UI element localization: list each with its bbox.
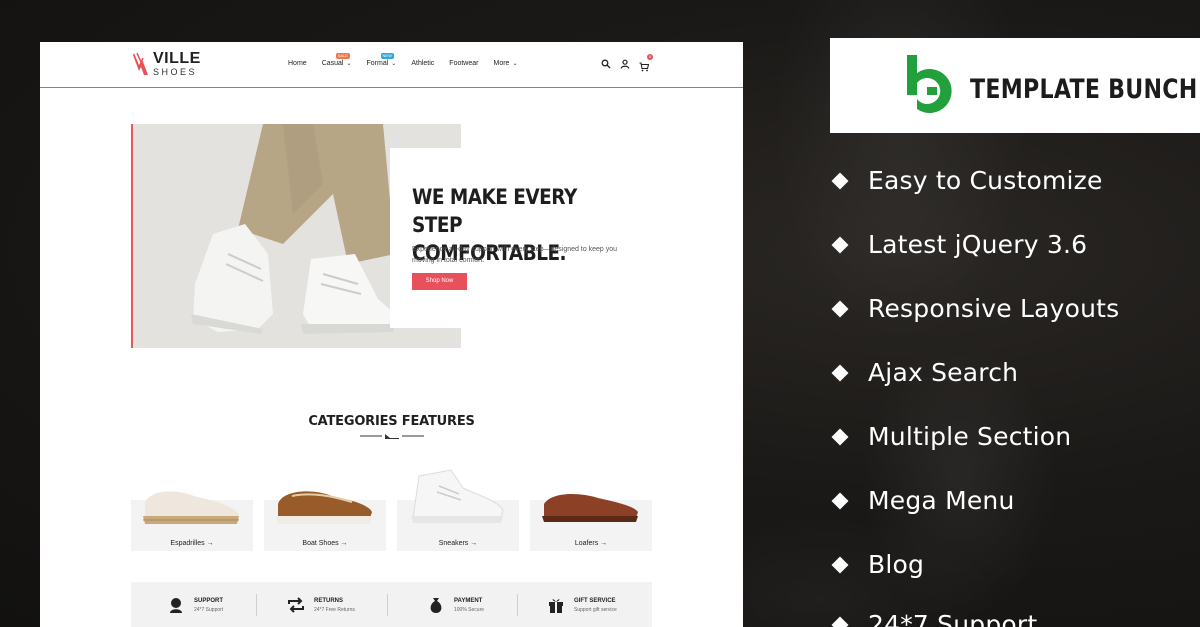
loafer-image xyxy=(542,494,638,522)
service-subtitle: 24*7 Free Returns xyxy=(314,606,355,613)
feature-text: Latest jQuery 3.6 xyxy=(868,230,1088,259)
sneaker-image xyxy=(411,469,504,523)
category-card-boat-shoes[interactable]: Boat Shoes → xyxy=(264,491,386,551)
headset-icon xyxy=(170,598,182,613)
header-actions: 0 xyxy=(601,54,653,72)
search-icon[interactable] xyxy=(601,59,611,69)
sale-badge: SALE xyxy=(335,53,350,59)
service-support: SUPPORT 24*7 Support xyxy=(167,596,223,614)
shoe-logo-icon xyxy=(133,52,148,75)
services-bar: SUPPORT 24*7 Support RETURNS 24*7 Free R… xyxy=(131,582,652,627)
template-bunch-logo-icon xyxy=(907,55,952,113)
chevron-down-icon: ⌄ xyxy=(346,61,352,67)
service-title: RETURNS xyxy=(314,597,344,604)
diamond-bullet-icon xyxy=(831,172,849,189)
service-title: SUPPORT xyxy=(194,597,224,604)
site-logo[interactable]: VILLE SHOES xyxy=(132,51,201,77)
service-subtitle: 100% Secure xyxy=(454,606,485,613)
nav-more[interactable]: More ⌄ xyxy=(493,60,517,67)
nav-casual[interactable]: Casual ⌄ SALE xyxy=(321,53,352,67)
brand-logo-box: TEMPLATE BUNCH xyxy=(830,38,1200,133)
feature-item: Easy to Customize xyxy=(830,166,1103,195)
espadrille-image xyxy=(143,491,239,524)
feature-item: Latest jQuery 3.6 xyxy=(830,230,1087,259)
category-card-loafers[interactable]: Loafers → xyxy=(530,494,652,551)
diamond-bullet-icon xyxy=(831,492,849,509)
nav-athletic[interactable]: Athletic xyxy=(411,60,434,67)
shop-now-button[interactable]: Shop Now xyxy=(412,273,467,290)
feature-item: Responsive Layouts xyxy=(830,294,1119,323)
feature-text: Responsive Layouts xyxy=(868,294,1120,323)
logo-title: VILLE xyxy=(153,50,201,67)
gift-icon xyxy=(549,599,563,613)
chevron-down-icon: ⌄ xyxy=(391,61,397,67)
nav-formal[interactable]: Formal ⌄ NEW xyxy=(366,53,397,67)
feature-item: Mega Menu xyxy=(830,486,1015,515)
feature-text: Blog xyxy=(868,550,925,579)
cart-count: 0 xyxy=(647,54,653,60)
feature-item: 24*7 Support xyxy=(830,610,1037,627)
feature-text: 24*7 Support xyxy=(868,610,1038,627)
cart-button[interactable]: 0 xyxy=(639,54,653,72)
category-label: Boat Shoes → xyxy=(302,540,348,547)
diamond-bullet-icon xyxy=(831,300,849,317)
logo-subtitle: SHOES xyxy=(153,67,198,77)
nav-label: Athletic xyxy=(411,60,435,67)
feature-item: Blog xyxy=(830,550,924,579)
feature-text: Mega Menu xyxy=(868,486,1015,515)
new-badge: NEW xyxy=(380,53,394,59)
feature-item: Multiple Section xyxy=(830,422,1071,451)
feature-text: Multiple Section xyxy=(868,422,1072,451)
nav-footwear[interactable]: Footwear xyxy=(449,60,478,67)
boat-shoe-image xyxy=(276,491,372,524)
category-label: Espadrilles → xyxy=(170,540,214,547)
brand-name: TEMPLATE BUNCH xyxy=(970,74,1198,105)
nav-label: More xyxy=(493,60,510,67)
category-label: Loafers → xyxy=(574,540,608,547)
service-returns: RETURNS 24*7 Free Returns xyxy=(287,596,355,614)
diamond-bullet-icon xyxy=(831,616,849,627)
divider xyxy=(517,594,518,616)
main-nav: Home Casual ⌄ SALE Formal ⌄ NEW Athletic… xyxy=(288,53,532,67)
diamond-bullet-icon xyxy=(831,364,849,381)
category-card-sneakers[interactable]: Sneakers → xyxy=(397,469,519,551)
service-gift: GIFT SERVICE Support gift service xyxy=(547,596,617,614)
feature-item: Ajax Search xyxy=(830,358,1018,387)
diamond-bullet-icon xyxy=(831,236,849,253)
shoe-divider-icon xyxy=(360,434,424,439)
divider xyxy=(256,594,257,616)
nav-label: Footwear xyxy=(449,60,479,67)
nav-label: Casual xyxy=(321,60,344,67)
service-payment: PAYMENT 100% Secure xyxy=(427,596,484,614)
diamond-bullet-icon xyxy=(831,556,849,573)
cart-icon xyxy=(639,62,650,72)
chevron-down-icon: ⌄ xyxy=(512,61,518,67)
returns-icon xyxy=(288,597,304,613)
site-header: VILLE SHOES Home Casual ⌄ SALE Formal ⌄ … xyxy=(40,42,743,88)
service-title: PAYMENT xyxy=(454,597,483,604)
category-card-espadrilles[interactable]: Espadrilles → xyxy=(131,491,253,551)
money-bag-icon xyxy=(430,598,442,613)
user-icon[interactable] xyxy=(620,59,630,69)
website-preview: VILLE SHOES Home Casual ⌄ SALE Formal ⌄ … xyxy=(40,42,743,627)
nav-label: Formal xyxy=(366,60,389,67)
diamond-bullet-icon xyxy=(831,428,849,445)
feature-text: Easy to Customize xyxy=(868,166,1103,195)
service-subtitle: 24*7 Support xyxy=(194,606,224,613)
category-label: Sneakers → xyxy=(438,540,478,547)
nav-label: Home xyxy=(288,60,307,67)
nav-home[interactable]: Home xyxy=(288,60,307,67)
feature-text: Ajax Search xyxy=(868,358,1019,387)
hero-title-line: WE MAKE EVERY STEP xyxy=(412,185,577,237)
service-subtitle: Support gift service xyxy=(574,606,617,613)
categories-title: CATEGORIES FEATURES xyxy=(308,414,475,429)
hero-subtitle: Experience all-day support with every st… xyxy=(412,246,618,264)
divider xyxy=(387,594,388,616)
service-title: GIFT SERVICE xyxy=(574,597,616,604)
